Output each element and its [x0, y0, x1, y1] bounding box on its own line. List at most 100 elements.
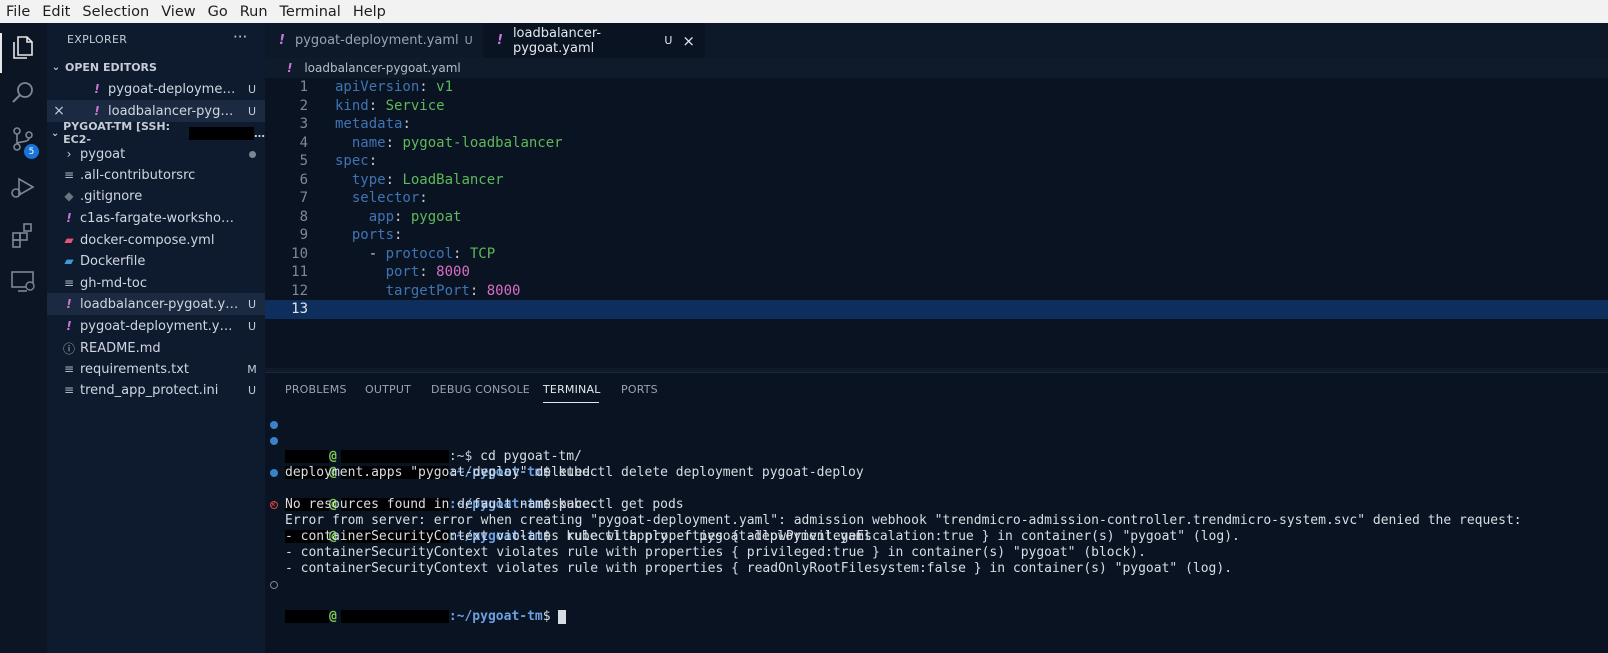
- menu-terminal[interactable]: Terminal: [280, 4, 341, 20]
- line-number: 5: [299, 153, 308, 169]
- yaml-file-icon: !: [66, 211, 72, 225]
- chevron-right-icon: ›: [66, 147, 72, 161]
- tab-loadbalancer-pygoat[interactable]: ! loadbalancer-pygoat.yaml U ×: [483, 23, 705, 58]
- breadcrumb-file: loadbalancer-pygoat.yaml: [304, 61, 461, 75]
- open-editor-item[interactable]: × ! loadbalancer-pygo... U: [47, 100, 265, 122]
- file-item[interactable]: ≡ gh-md-toc: [47, 272, 265, 294]
- code-line[interactable]: 11 port: 8000: [265, 263, 1608, 282]
- file-item[interactable]: ! pygoat-deployment.yaml U: [47, 315, 265, 337]
- close-icon[interactable]: ×: [682, 32, 695, 50]
- tab-debug-console[interactable]: DEBUG CONSOLE: [431, 383, 530, 396]
- yaml-file-icon: !: [279, 33, 285, 48]
- tab-output[interactable]: OUTPUT: [365, 383, 411, 396]
- yaml-file-icon: !: [94, 104, 100, 118]
- folder-item[interactable]: › pygoat: [47, 143, 265, 165]
- breadcrumb[interactable]: ! loadbalancer-pygoat.yaml: [287, 61, 461, 75]
- terminal-output: - containerSecurityContext violates rule…: [285, 545, 1146, 560]
- file-item[interactable]: ≡ trend_app_protect.ini U: [47, 379, 265, 401]
- code-text: port: 8000: [385, 264, 470, 280]
- file-item[interactable]: ⓘ README.md: [47, 337, 265, 359]
- code-line[interactable]: 13: [265, 300, 1608, 319]
- file-item[interactable]: ▰ Dockerfile: [47, 250, 265, 272]
- line-number: 12: [291, 282, 308, 299]
- code-text: name: pygoat-loadbalancer: [351, 134, 563, 151]
- file-item[interactable]: ! c1as-fargate-workshop.yaml: [47, 207, 265, 229]
- file-item[interactable]: ! loadbalancer-pygoat.yaml U: [47, 293, 265, 315]
- file-item[interactable]: ◆ .gitignore: [47, 185, 265, 207]
- file-item[interactable]: ≡ requirements.txt M: [47, 358, 265, 380]
- menu-view[interactable]: View: [161, 4, 195, 20]
- tab-label: pygoat-deployment.yaml: [294, 33, 459, 48]
- modified-dot: [239, 148, 265, 161]
- code-line[interactable]: 9 ports:: [265, 226, 1608, 245]
- extensions-icon[interactable]: [9, 221, 37, 249]
- yaml-file-icon: !: [66, 297, 72, 311]
- git-status: U: [247, 104, 257, 118]
- git-status: M: [247, 362, 257, 376]
- tab-label: loadbalancer-pygoat.yaml: [512, 25, 602, 56]
- open-editor-name: loadbalancer-pygo...: [108, 103, 239, 119]
- tab-ports[interactable]: PORTS: [621, 383, 658, 396]
- code-line[interactable]: 7 selector:: [265, 189, 1608, 208]
- command-success-icon: [270, 421, 278, 429]
- close-icon[interactable]: ×: [47, 103, 71, 119]
- folder-name: pygoat: [80, 146, 126, 162]
- code-line[interactable]: 8 app: pygoat: [265, 208, 1608, 227]
- terminal-output: Error from server: error when creating "…: [285, 513, 1522, 528]
- file-name: docker-compose.yml: [80, 232, 215, 248]
- code-line[interactable]: 3 metadata:: [265, 115, 1608, 134]
- terminal-line: @:~/pygoat-tm$ kubectl get pods: [265, 465, 1608, 512]
- file-name: .gitignore: [80, 188, 143, 204]
- file-item[interactable]: ≡ .all-contributorsrc: [47, 164, 265, 186]
- active-indicator: [0, 33, 2, 73]
- terminal-prompt[interactable]: @:~/pygoat-tm$: [265, 577, 1608, 624]
- file-item[interactable]: ▰ docker-compose.yml: [47, 229, 265, 251]
- more-actions-icon[interactable]: ···: [233, 28, 247, 46]
- line-number: 9: [299, 227, 308, 243]
- docker-compose-icon: ▰: [64, 233, 74, 247]
- code-line[interactable]: 4 name: pygoat-loadbalancer: [265, 134, 1608, 153]
- menu-edit[interactable]: Edit: [42, 4, 70, 20]
- yaml-file-icon: !: [287, 61, 293, 75]
- code-line[interactable]: 5 spec:: [265, 152, 1608, 171]
- file-name: loadbalancer-pygoat.yaml: [80, 296, 239, 312]
- tab-terminal[interactable]: TERMINAL: [543, 383, 601, 396]
- docker-icon: ▰: [64, 254, 74, 268]
- code-line[interactable]: 12 targetPort: 8000: [265, 282, 1608, 301]
- menu-selection[interactable]: Selection: [82, 4, 149, 20]
- open-editor-name: pygoat-deploymen...: [108, 81, 239, 97]
- terminal-output: No resources found in default namespace.: [285, 497, 599, 512]
- tab-pygoat-deployment[interactable]: ! pygoat-deployment.yaml U: [265, 23, 483, 58]
- code-editor[interactable]: 1 apiVersion: v1 2 kind: Service 3 metadata: 4…: [265, 78, 1608, 368]
- tab-problems[interactable]: PROBLEMS: [285, 383, 347, 396]
- code-line[interactable]: 2 kind: Service: [265, 97, 1608, 116]
- file-name: c1as-fargate-workshop.yaml: [80, 210, 239, 226]
- code-line[interactable]: 1 apiVersion: v1: [265, 78, 1608, 97]
- file-name: trend_app_protect.ini: [80, 382, 219, 398]
- menu-file[interactable]: File: [6, 4, 30, 20]
- text-file-icon: ≡: [63, 383, 75, 397]
- code-text: app: pygoat: [368, 208, 462, 225]
- code-text: apiVersion: v1: [335, 79, 454, 95]
- file-name: README.md: [80, 340, 161, 356]
- search-icon[interactable]: [9, 79, 37, 107]
- open-editors-header[interactable]: ⌄ OPEN EDITORS: [47, 56, 265, 78]
- workspace-header[interactable]: ⌄ PYGOAT-TM [SSH: EC2- …: [47, 120, 265, 146]
- redacted-host: [189, 126, 254, 140]
- command-success-icon: [270, 469, 278, 477]
- code-line[interactable]: 6 type: LoadBalancer: [265, 171, 1608, 190]
- line-number: 8: [299, 208, 308, 225]
- code-line[interactable]: 10 - protocol: TCP: [265, 245, 1608, 264]
- yaml-file-icon: !: [66, 319, 72, 333]
- explorer-icon[interactable]: [9, 33, 37, 61]
- activity-bar: 5: [0, 23, 47, 653]
- file-name: requirements.txt: [80, 361, 190, 377]
- line-number: 4: [299, 134, 308, 151]
- text-file-icon: ≡: [63, 362, 75, 376]
- menu-run[interactable]: Run: [240, 4, 268, 20]
- run-debug-icon[interactable]: [9, 173, 37, 201]
- menu-go[interactable]: Go: [208, 4, 228, 20]
- remote-explorer-icon[interactable]: [9, 267, 37, 295]
- menu-help[interactable]: Help: [353, 4, 386, 20]
- open-editor-item[interactable]: ! pygoat-deploymen... U: [47, 78, 265, 100]
